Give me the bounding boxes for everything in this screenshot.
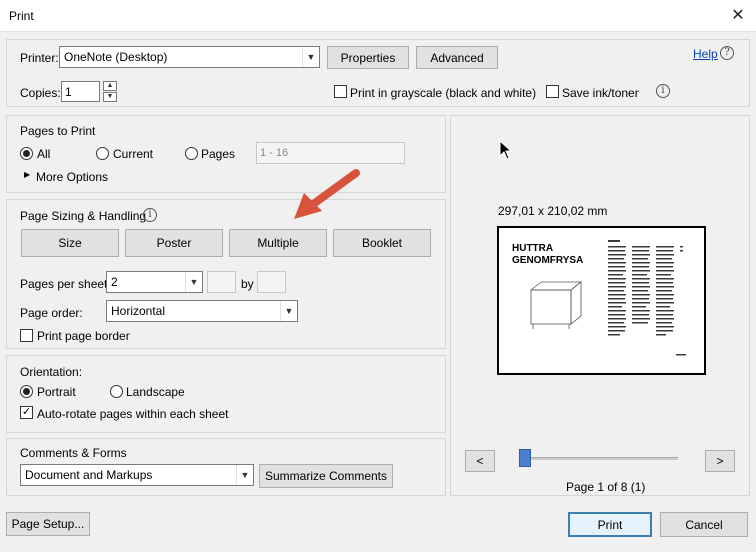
- all-label: All: [37, 147, 51, 161]
- page-dimensions: 297,01 x 210,02 mm: [498, 204, 608, 218]
- copies-decrement[interactable]: ▼: [103, 92, 117, 102]
- chevron-down-icon: ▼: [236, 465, 253, 485]
- print-border-label: Print page border: [37, 329, 130, 343]
- pages-to-print-title: Pages to Print: [20, 124, 96, 138]
- print-button[interactable]: Print: [568, 512, 652, 537]
- help-link[interactable]: Help: [693, 47, 718, 61]
- comments-title: Comments & Forms: [20, 446, 127, 460]
- pages-range-input[interactable]: 1 - 16: [256, 142, 405, 164]
- page-slider-thumb[interactable]: [519, 449, 531, 467]
- page-order-select[interactable]: Horizontal ▼: [106, 300, 298, 322]
- sizing-info-icon[interactable]: i: [143, 208, 157, 222]
- annotation-arrow: [294, 169, 360, 219]
- pages-per-sheet-value: 2: [111, 275, 118, 289]
- next-page-button[interactable]: >: [705, 450, 735, 472]
- chevron-down-icon: ▼: [302, 47, 319, 67]
- pages-range-value: 1 - 16: [260, 147, 289, 159]
- page-order-label: Page order:: [20, 306, 83, 320]
- cancel-button[interactable]: Cancel: [660, 512, 748, 537]
- copies-value: 1: [65, 85, 72, 99]
- tab-poster[interactable]: Poster: [125, 229, 223, 257]
- triangle-right-icon[interactable]: ▶: [24, 170, 30, 179]
- more-options-label[interactable]: More Options: [36, 170, 108, 184]
- copies-label: Copies:: [20, 86, 61, 100]
- landscape-radio[interactable]: [110, 385, 123, 398]
- page-indicator: Page 1 of 8 (1): [566, 480, 646, 494]
- pages-radio[interactable]: [185, 147, 198, 160]
- page-preview: HUTTRA GENOMFRYSA: [497, 226, 706, 375]
- portrait-radio[interactable]: [20, 385, 33, 398]
- pages-per-sheet-label: Pages per sheet:: [20, 277, 111, 291]
- comments-value: Document and Markups: [25, 468, 153, 482]
- columns-input[interactable]: [207, 271, 236, 293]
- page-slider-track[interactable]: [520, 457, 678, 460]
- grayscale-checkbox[interactable]: [334, 85, 347, 98]
- grayscale-label: Print in grayscale (black and white): [350, 86, 537, 100]
- pages-per-sheet-select[interactable]: 2 ▼: [106, 271, 203, 293]
- tab-size[interactable]: Size: [21, 229, 119, 257]
- properties-button[interactable]: Properties: [327, 46, 409, 69]
- info-icon[interactable]: i: [656, 84, 670, 98]
- auto-rotate-checkbox[interactable]: ✓: [20, 406, 33, 419]
- landscape-label: Landscape: [126, 385, 185, 399]
- help-icon[interactable]: ?: [720, 46, 734, 60]
- close-icon[interactable]: ✕: [726, 4, 750, 28]
- copies-increment[interactable]: ▲: [103, 81, 117, 91]
- preview-body-text: [608, 240, 686, 356]
- comments-select[interactable]: Document and Markups ▼: [20, 464, 254, 486]
- all-radio[interactable]: [20, 147, 33, 160]
- summarize-comments-button[interactable]: Summarize Comments: [259, 464, 393, 488]
- page-setup-button[interactable]: Page Setup...: [6, 512, 90, 536]
- title-bar: Print ✕: [0, 0, 756, 32]
- page-order-value: Horizontal: [111, 304, 166, 318]
- save-ink-checkbox[interactable]: [546, 85, 559, 98]
- page-sizing-title: Page Sizing & Handling: [20, 209, 147, 223]
- orientation-title: Orientation:: [20, 365, 83, 379]
- advanced-button[interactable]: Advanced: [416, 46, 498, 69]
- print-border-checkbox[interactable]: [20, 329, 33, 342]
- chevron-down-icon: ▼: [280, 301, 297, 321]
- tab-booklet[interactable]: Booklet: [333, 229, 431, 257]
- preview-title-line1: HUTTRA: [512, 243, 554, 254]
- rows-input[interactable]: [257, 271, 286, 293]
- auto-rotate-label: Auto-rotate pages within each sheet: [37, 407, 229, 421]
- printer-select[interactable]: OneNote (Desktop) ▼: [59, 46, 320, 68]
- window-title: Print: [9, 9, 34, 23]
- copies-input[interactable]: 1: [61, 81, 100, 102]
- chevron-down-icon: ▼: [185, 272, 202, 292]
- previous-page-button[interactable]: <: [465, 450, 495, 472]
- printer-value: OneNote (Desktop): [64, 50, 168, 64]
- by-label: by: [241, 277, 254, 291]
- appliance-illustration: [529, 281, 583, 329]
- printer-label: Printer:: [20, 51, 59, 65]
- save-ink-label: Save ink/toner: [562, 86, 639, 100]
- preview-title-line2: GENOMFRYSA: [512, 255, 584, 266]
- tab-multiple[interactable]: Multiple: [229, 229, 327, 257]
- mouse-cursor-icon: [499, 140, 513, 160]
- current-radio[interactable]: [96, 147, 109, 160]
- current-label: Current: [113, 147, 154, 161]
- portrait-label: Portrait: [37, 385, 76, 399]
- pages-label: Pages: [201, 147, 236, 161]
